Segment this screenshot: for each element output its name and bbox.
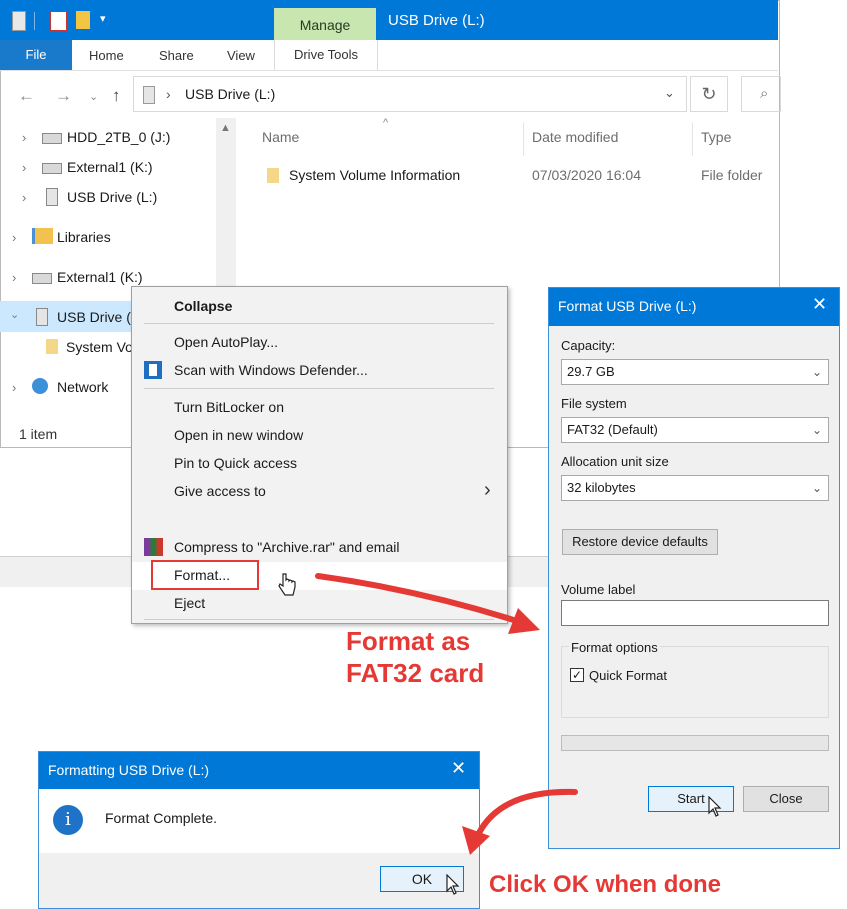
arrow-to-ok [475,788,578,838]
arrowhead-ok [462,826,490,855]
callout-format-line2: FAT32 card [346,658,485,688]
arrow-to-format-dialog [315,573,523,625]
callout-ok: Click OK when done [489,871,722,898]
callout-format-line1: Format as [346,626,471,656]
annotation-arrows [315,573,578,855]
